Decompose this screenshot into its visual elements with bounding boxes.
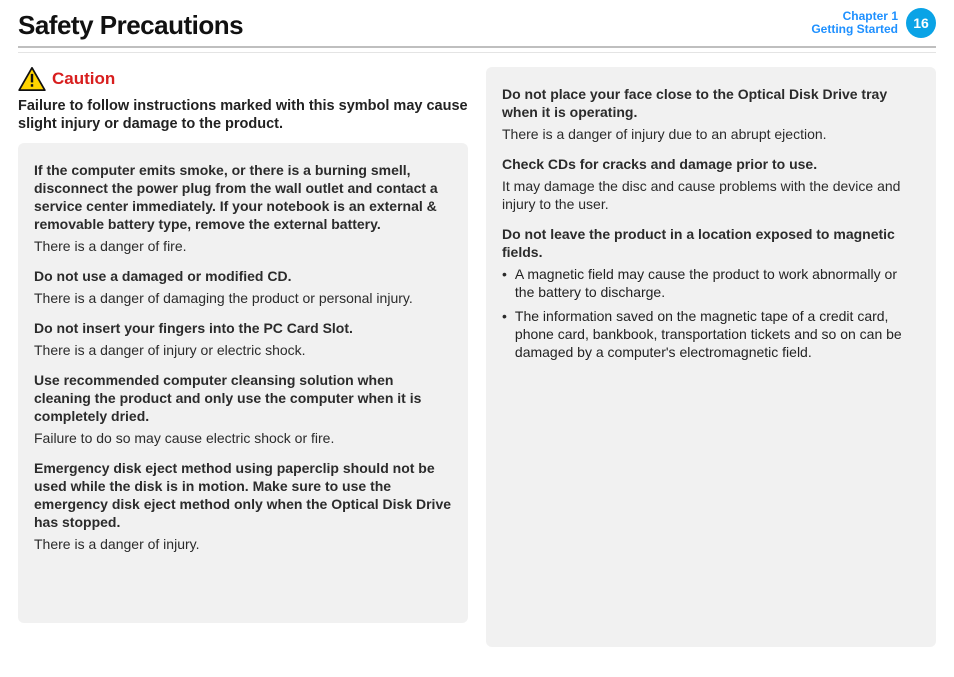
- bullet-text: A magnetic field may cause the product t…: [515, 265, 920, 301]
- chapter-label: Chapter 1 Getting Started: [811, 10, 898, 36]
- item-3-body: There is a danger of injury or electric …: [34, 341, 452, 359]
- bullet-text: The information saved on the magnetic ta…: [515, 307, 920, 361]
- item-6-body: There is a danger of injury due to an ab…: [502, 125, 920, 143]
- caution-heading: Caution: [52, 69, 115, 89]
- caution-intro: Failure to follow instructions marked wi…: [18, 97, 468, 133]
- page-title: Safety Precautions: [18, 10, 243, 41]
- caution-header: Caution: [18, 67, 468, 91]
- title-divider: [18, 46, 936, 53]
- right-column: Do not place your face close to the Opti…: [486, 67, 936, 647]
- item-8-bullets: A magnetic field may cause the product t…: [502, 265, 920, 361]
- item-8-title: Do not leave the product in a location e…: [502, 225, 920, 261]
- left-graybox: If the computer emits smoke, or there is…: [18, 143, 468, 623]
- item-1-body: There is a danger of fire.: [34, 237, 452, 255]
- item-4-body: Failure to do so may cause electric shoc…: [34, 429, 452, 447]
- left-column: Caution Failure to follow instructions m…: [18, 67, 468, 647]
- list-item: A magnetic field may cause the product t…: [502, 265, 920, 301]
- chapter-line-2: Getting Started: [811, 23, 898, 36]
- item-2-body: There is a danger of damaging the produc…: [34, 289, 452, 307]
- document-page: Safety Precautions Chapter 1 Getting Sta…: [0, 0, 954, 677]
- item-7-body: It may damage the disc and cause problem…: [502, 177, 920, 213]
- item-2-title: Do not use a damaged or modified CD.: [34, 267, 452, 285]
- right-graybox: Do not place your face close to the Opti…: [486, 67, 936, 647]
- item-6-title: Do not place your face close to the Opti…: [502, 85, 920, 121]
- item-4-title: Use recommended computer cleansing solut…: [34, 371, 452, 425]
- item-5-body: There is a danger of injury.: [34, 535, 452, 553]
- chapter-meta: Chapter 1 Getting Started 16: [811, 8, 936, 38]
- header-bar: Safety Precautions Chapter 1 Getting Sta…: [18, 10, 936, 47]
- item-5-title: Emergency disk eject method using paperc…: [34, 459, 452, 531]
- list-item: The information saved on the magnetic ta…: [502, 307, 920, 361]
- item-7-title: Check CDs for cracks and damage prior to…: [502, 155, 920, 173]
- item-3-title: Do not insert your fingers into the PC C…: [34, 319, 452, 337]
- item-1-title: If the computer emits smoke, or there is…: [34, 161, 452, 233]
- caution-icon: [18, 67, 46, 91]
- content-columns: Caution Failure to follow instructions m…: [18, 67, 936, 647]
- page-number-badge: 16: [906, 8, 936, 38]
